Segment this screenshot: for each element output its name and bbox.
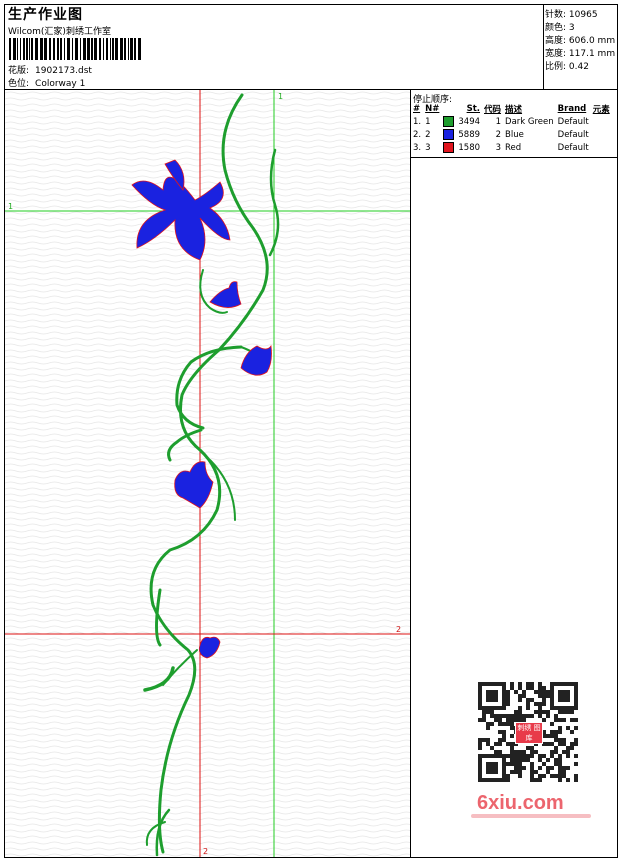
row-swatch — [442, 115, 457, 128]
col-brand: Brand — [557, 104, 587, 114]
guide-label-v-green: 1 — [278, 92, 283, 101]
watermark-underline — [471, 814, 591, 818]
row-desc: Red — [505, 142, 522, 153]
stat-stitches: 针数: 10965 — [545, 10, 598, 20]
guide-label-v-red: 2 — [203, 847, 208, 856]
stat-width: 宽度: 117.1 mm — [545, 49, 616, 59]
row-needle: 1 — [425, 116, 431, 127]
table-header-row: # N# St. 代码 描述 Brand 元素 — [412, 103, 613, 115]
row-index: 2. — [413, 129, 422, 140]
studio-name: Wilcom(汇家)刺绣工作室 — [8, 27, 111, 37]
panel-divider — [411, 157, 617, 158]
table-row: 3. 3 1580 3 Red Default — [412, 141, 613, 154]
row-code: 1 — [495, 116, 502, 127]
row-desc: Dark Green — [505, 116, 554, 127]
row-code: 3 — [495, 142, 502, 153]
pattern-file: 花版: 1902173.dst — [8, 66, 92, 76]
embroidery-design: 1 1 2 2 — [5, 90, 410, 857]
row-swatch — [442, 141, 457, 154]
row-brand: Default — [557, 142, 589, 153]
stat-height: 高度: 606.0 mm — [545, 36, 616, 46]
row-code: 2 — [495, 129, 502, 140]
col-element: 元素 — [592, 105, 610, 115]
qr-code: 刺绣 图库 — [473, 682, 583, 782]
col-swatch — [442, 103, 457, 115]
col-index: # — [413, 104, 421, 114]
color-swatch — [443, 142, 455, 153]
guide-label-h-green: 1 — [8, 202, 13, 211]
stat-colors: 颜色: 3 — [545, 23, 575, 33]
row-stitches: 1580 — [458, 142, 481, 153]
row-desc: Blue — [505, 129, 524, 140]
stat-scale: 比例: 0.42 — [545, 62, 589, 72]
row-brand: Default — [557, 116, 589, 127]
stop-sequence-table: # N# St. 代码 描述 Brand 元素 1. 1 3494 1 Dark Gre… — [412, 103, 613, 154]
table-row: 2. 2 5889 2 Blue Default — [412, 128, 613, 141]
table-row: 1. 1 3494 1 Dark Green Default — [412, 115, 613, 128]
design-stats: 针数: 10965 颜色: 3 高度: 606.0 mm 宽度: 117.1 m… — [543, 5, 617, 89]
production-worksheet: 生产作业图 Wilcom(汇家)刺绣工作室 花版: 1902173.dst 色位:… — [4, 4, 618, 858]
watermark-site: 6xiu.com — [477, 792, 564, 814]
col-stitches: St. — [466, 104, 481, 114]
row-needle: 3 — [425, 142, 431, 153]
row-stitches: 5889 — [458, 129, 481, 140]
row-element — [592, 141, 613, 154]
stop-sequence-panel: 停止顺序: # N# St. 代码 描述 Brand 元素 1. 1 3494 1 Da… — [411, 90, 617, 857]
row-needle: 2 — [425, 129, 431, 140]
row-brand: Default — [557, 129, 589, 140]
page-title: 生产作业图 — [8, 7, 83, 23]
row-index: 3. — [413, 142, 422, 153]
row-stitches: 3494 — [458, 116, 481, 127]
row-element — [592, 115, 613, 128]
guide-label-h-red: 2 — [396, 625, 401, 634]
col-needle: N# — [425, 104, 440, 114]
header-info: 生产作业图 Wilcom(汇家)刺绣工作室 花版: 1902173.dst 色位:… — [5, 5, 544, 89]
color-swatch — [443, 129, 455, 140]
col-desc: 描述 — [505, 105, 523, 115]
qr-badge: 刺绣 图库 — [515, 722, 543, 744]
row-index: 1. — [413, 116, 422, 127]
row-swatch — [442, 128, 457, 141]
col-code: 代码 — [484, 105, 502, 115]
colorway: 色位: Colorway 1 — [8, 79, 86, 89]
color-swatch — [443, 116, 455, 127]
barcode — [9, 38, 141, 60]
row-element — [592, 128, 613, 141]
embroidery-design-area: 1 1 2 2 — [5, 90, 411, 857]
